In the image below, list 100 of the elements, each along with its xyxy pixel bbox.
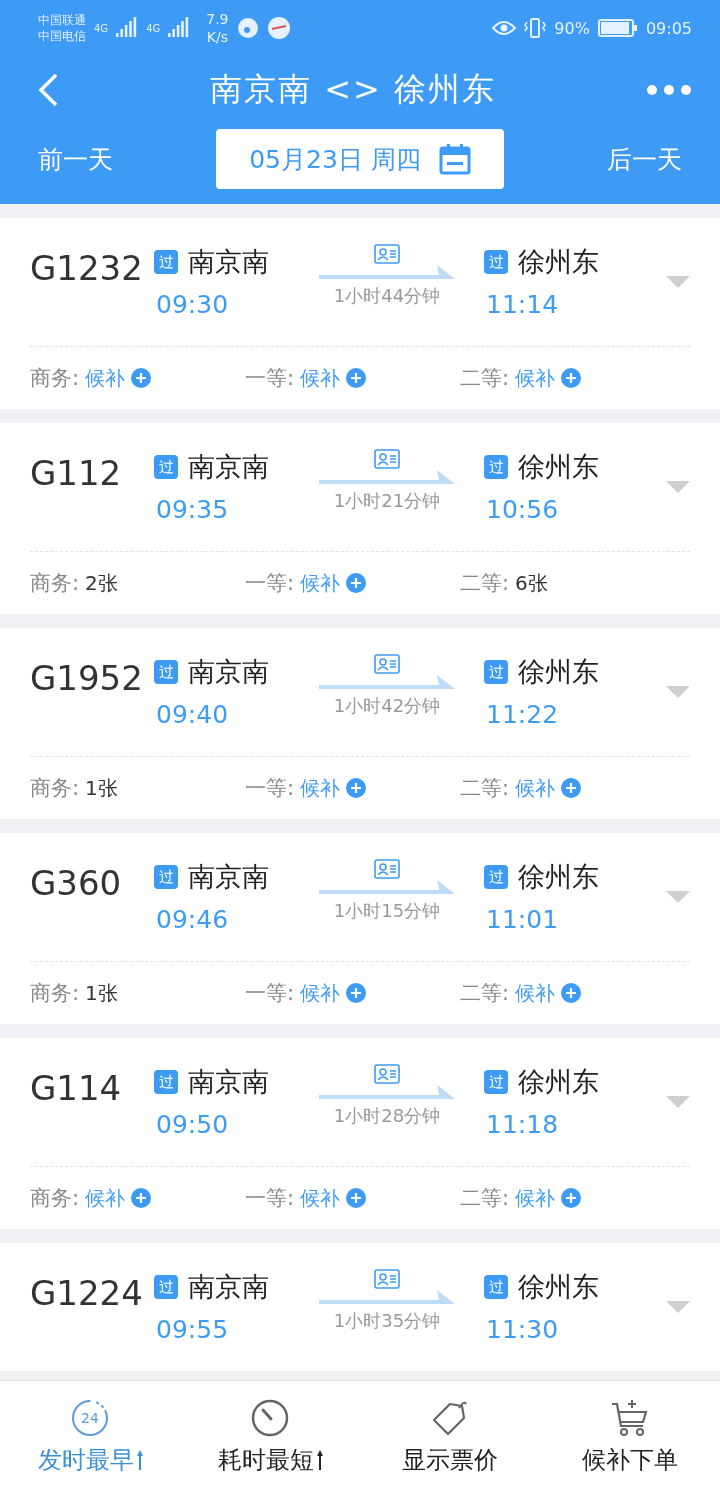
train-card[interactable]: G114 过 南京南 09:50 1小时28分钟 过 徐州东 11:18 商务: 候补 一等: 候补 二等: 候补 [0, 1038, 720, 1229]
seat-class-label: 一等: [245, 980, 295, 1007]
pass-through-badge: 过 [484, 660, 508, 684]
route-title: 南京南 <> 徐州东 [209, 69, 497, 110]
departure-station: 南京南 [188, 1065, 269, 1099]
add-icon[interactable] [561, 983, 582, 1003]
arrival-time: 11:22 [485, 700, 560, 729]
train-number: G360 [30, 862, 123, 903]
battery-icon [597, 18, 638, 38]
add-icon[interactable] [346, 778, 367, 798]
train-card[interactable]: G1232 过 南京南 09:30 1小时44分钟 过 徐州东 11:14 商务: 候补 一等: 候补 二等: 候补 [0, 218, 720, 409]
pass-through-badge: 过 [154, 1275, 178, 1299]
train-number: G1224 [30, 1272, 144, 1313]
pass-through-badge: 过 [154, 865, 178, 889]
expand-caret-icon[interactable] [666, 686, 690, 700]
train-card[interactable]: G1952 过 南京南 09:40 1小时42分钟 过 徐州东 11:22 商务: 1张 一等: 候补 二等: 候补 [0, 628, 720, 819]
train-card[interactable]: G112 过 南京南 09:35 1小时21分钟 过 徐州东 10:56 商务: 2张 一等: 候补 二等: 6张 [0, 423, 720, 614]
calendar-icon [438, 143, 471, 175]
back-icon[interactable] [36, 72, 60, 108]
expand-caret-icon[interactable] [666, 891, 690, 905]
tab-label: 耗时最短 [217, 1445, 314, 1476]
add-icon[interactable] [346, 368, 367, 388]
pass-through-badge: 过 [484, 455, 508, 479]
id-card-icon [374, 244, 400, 264]
pass-through-badge: 过 [154, 660, 178, 684]
waitlist-status: 候补 [85, 1184, 126, 1212]
waitlist-status: 候补 [515, 1184, 556, 1212]
vibrate-icon [524, 17, 547, 39]
train-number: G1232 [30, 247, 144, 288]
ticket-count: 2张 [85, 569, 118, 597]
travel-duration: 1小时44分钟 [333, 284, 441, 308]
more-icon[interactable] [646, 84, 692, 96]
pass-through-badge: 过 [154, 455, 178, 479]
departure-station: 南京南 [188, 655, 269, 689]
pass-through-badge: 过 [154, 250, 178, 274]
waitlist-status: 候补 [300, 774, 341, 802]
arrival-station: 徐州东 [518, 860, 599, 894]
pass-through-badge: 过 [154, 1070, 178, 1094]
expand-caret-icon[interactable] [666, 481, 690, 495]
arrival-station: 徐州东 [518, 450, 599, 484]
seat-class-label: 商务: [30, 570, 80, 597]
tab-label: 候补下单 [582, 1445, 678, 1476]
train-number: G112 [30, 452, 123, 493]
waitlist-status: 候补 [515, 979, 556, 1007]
departure-station: 南京南 [188, 860, 269, 894]
train-card[interactable]: G360 过 南京南 09:46 1小时15分钟 过 徐州东 11:01 商务: 1张 一等: 候补 二等: 候补 [0, 833, 720, 1024]
add-icon[interactable] [131, 1188, 152, 1208]
seat-class-label: 二等: [460, 980, 510, 1007]
add-icon[interactable] [561, 1188, 582, 1208]
ticket-count: 6张 [515, 569, 548, 597]
departure-station: 南京南 [188, 245, 269, 279]
departure-time: 09:50 [155, 1110, 230, 1139]
seat-class-label: 二等: [460, 365, 510, 392]
id-card-icon [374, 859, 400, 879]
add-icon[interactable] [131, 368, 152, 388]
network-type: 4G [94, 22, 109, 34]
clock-time: 09:05 [645, 18, 692, 38]
ticket-count: 1张 [85, 979, 118, 1007]
arrival-station: 徐州东 [518, 1270, 599, 1304]
speed-unit: K/s [206, 28, 228, 46]
waitlist-status: 候补 [515, 364, 556, 392]
seat-class-label: 商务: [30, 1185, 80, 1212]
seat-class-label: 二等: [460, 1185, 510, 1212]
departure-time: 09:40 [155, 700, 230, 729]
ticket-count: 1张 [85, 774, 118, 802]
seat-class-label: 商务: [30, 365, 80, 392]
expand-caret-icon[interactable] [666, 276, 690, 290]
seat-class-label: 二等: [460, 570, 510, 597]
id-card-icon [374, 654, 400, 674]
sort-tab[interactable]: 显示票价 [360, 1381, 540, 1493]
add-icon[interactable] [561, 368, 582, 388]
expand-caret-icon[interactable] [666, 1301, 690, 1315]
departure-time: 09:35 [155, 495, 230, 524]
travel-duration: 1小时21分钟 [333, 489, 441, 513]
sort-tab[interactable]: 候补下单 [540, 1381, 720, 1493]
arrival-time: 11:01 [485, 905, 560, 934]
train-card[interactable]: G1224 过 南京南 09:55 1小时35分钟 过 徐州东 11:30 [0, 1243, 720, 1371]
travel-duration: 1小时35分钟 [333, 1309, 441, 1333]
arrival-station: 徐州东 [518, 655, 599, 689]
carrier-name: 中国联通 [38, 12, 86, 28]
pass-through-badge: 过 [484, 250, 508, 274]
signal-icon [116, 17, 139, 39]
add-icon[interactable] [561, 778, 582, 798]
add-icon[interactable] [346, 573, 367, 593]
departure-station: 南京南 [188, 1270, 269, 1304]
departure-station: 南京南 [188, 450, 269, 484]
seat-class-label: 二等: [460, 775, 510, 802]
sort-tab[interactable]: 耗时最短 [180, 1381, 360, 1493]
expand-caret-icon[interactable] [666, 1096, 690, 1110]
seat-class-label: 一等: [245, 775, 295, 802]
clock-icon: 24 [70, 1398, 110, 1438]
waitlist-status: 候补 [300, 1184, 341, 1212]
id-card-icon [374, 449, 400, 469]
travel-duration: 1小时15分钟 [333, 899, 441, 923]
arrival-time: 11:18 [485, 1110, 560, 1139]
add-icon[interactable] [346, 1188, 367, 1208]
waitlist-status: 候补 [515, 774, 556, 802]
add-icon[interactable] [346, 983, 367, 1003]
pass-through-badge: 过 [484, 1275, 508, 1299]
arrival-station: 徐州东 [518, 1065, 599, 1099]
